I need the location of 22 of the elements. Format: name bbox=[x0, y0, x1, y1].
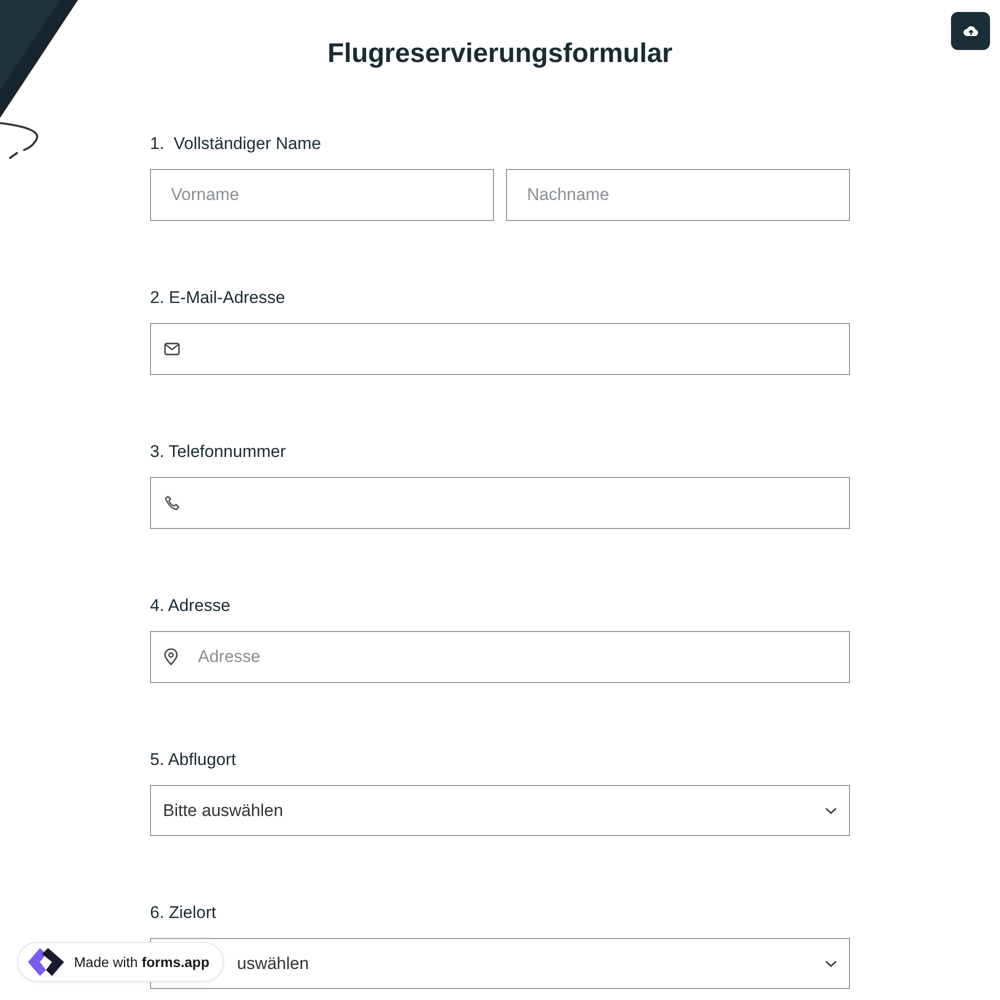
last-name-field[interactable]: Nachname bbox=[506, 169, 850, 221]
mail-icon bbox=[164, 342, 180, 356]
question-label: 3. Telefonnummer bbox=[150, 441, 287, 463]
question-label: 1. Vollständiger Name bbox=[150, 133, 322, 155]
question-label: 5. Abflugort bbox=[150, 749, 238, 771]
question-label: 2. E-Mail-Adresse bbox=[150, 287, 286, 309]
address-field[interactable]: Adresse bbox=[150, 631, 850, 683]
dropdown[interactable]: Bitte auswählen bbox=[150, 785, 850, 836]
location-pin-icon bbox=[164, 648, 178, 666]
phone-field[interactable] bbox=[150, 477, 850, 529]
upload-button[interactable] bbox=[951, 12, 990, 50]
cloud-upload-icon bbox=[962, 25, 978, 37]
logo bbox=[26, 946, 66, 978]
form-title: Flugreservierungsformular bbox=[326, 38, 674, 69]
question-label: 6. Zielort bbox=[150, 902, 218, 924]
chevron-down-icon bbox=[825, 806, 837, 814]
chevron-down-icon bbox=[825, 960, 837, 968]
first-name-field[interactable]: Vorname bbox=[150, 169, 494, 221]
email-field[interactable] bbox=[150, 323, 850, 375]
phone-icon bbox=[164, 495, 180, 511]
question-label: 4. Adresse bbox=[150, 595, 232, 617]
made-with-badge[interactable]: Made with forms.app bbox=[17, 942, 224, 982]
